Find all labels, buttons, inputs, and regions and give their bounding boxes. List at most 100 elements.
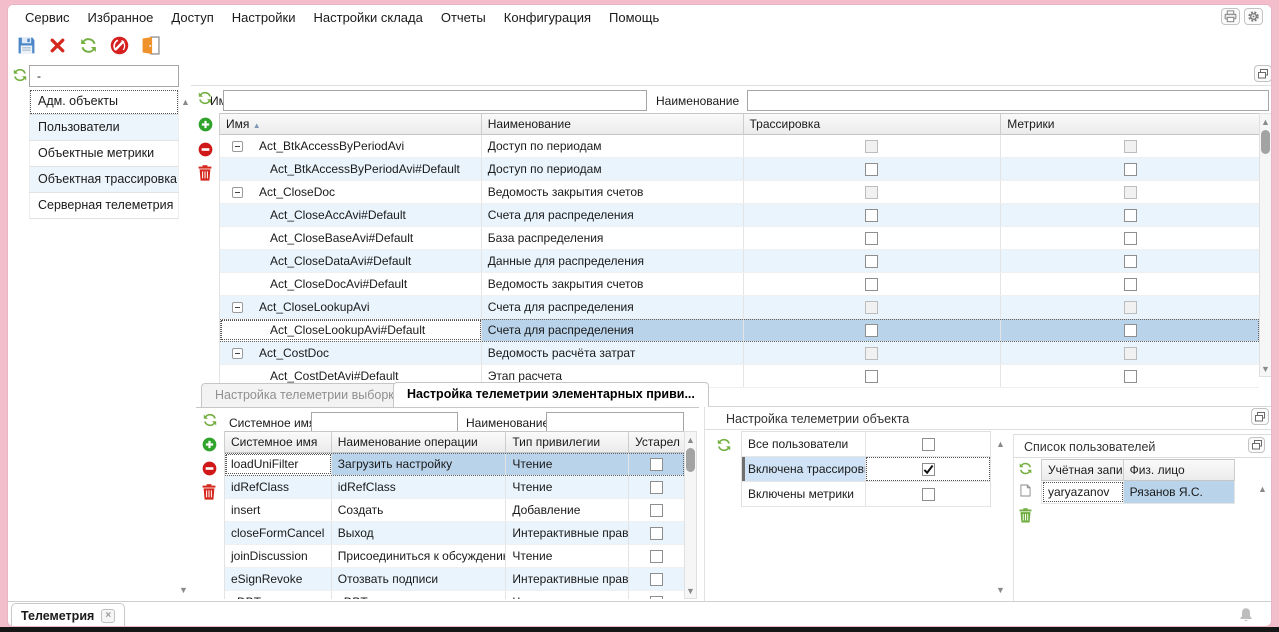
telemetry-checkbox[interactable] xyxy=(922,438,935,451)
table-row[interactable]: Act_CloseDocВедомость закрытия счетов xyxy=(220,181,1259,204)
save-button[interactable] xyxy=(16,36,36,56)
metrics-checkbox[interactable] xyxy=(1124,255,1137,268)
user-list-restore-button[interactable] xyxy=(1248,437,1265,453)
table-row[interactable]: Act_BtkAccessByPeriodAvi#DefaultДоступ п… xyxy=(220,158,1259,181)
metrics-checkbox[interactable] xyxy=(1124,324,1137,337)
user-delete-button[interactable] xyxy=(1019,508,1032,523)
trace-checkbox[interactable] xyxy=(865,232,878,245)
trace-checkbox[interactable] xyxy=(865,163,878,176)
menu-item[interactable]: Доступ xyxy=(162,6,222,29)
sidebar-scroll-up-icon[interactable]: ▲ xyxy=(181,97,190,107)
object-scroll-down-icon[interactable]: ▼ xyxy=(996,585,1005,595)
collapse-icon[interactable] xyxy=(232,141,243,152)
trace-checkbox[interactable] xyxy=(865,370,878,383)
column-header-metrics[interactable]: Метрики xyxy=(1001,113,1259,135)
metrics-checkbox[interactable] xyxy=(1124,278,1137,291)
table-row[interactable]: Act_BtkAccessByPeriodAviДоступ по период… xyxy=(220,135,1259,158)
column-header-caption[interactable]: Наименование xyxy=(482,113,744,135)
trace-checkbox[interactable] xyxy=(865,278,878,291)
table-row[interactable]: Act_CloseAccAvi#DefaultСчета для распред… xyxy=(220,204,1259,227)
trace-checkbox[interactable] xyxy=(865,324,878,337)
exit-button[interactable] xyxy=(140,36,160,56)
notifications-area[interactable] xyxy=(1225,602,1267,627)
obsolete-checkbox[interactable] xyxy=(650,458,663,471)
table-row[interactable]: insertСоздатьДобавление xyxy=(225,499,684,522)
scrollbar-thumb[interactable] xyxy=(1261,130,1270,154)
column-header-system-name[interactable]: Системное имя xyxy=(225,431,332,453)
tab-telemetry-privileges[interactable]: Настройка телеметрии элементарных приви.… xyxy=(393,382,709,407)
block-button[interactable] xyxy=(109,36,129,56)
obsolete-checkbox[interactable] xyxy=(650,481,663,494)
privileges-scrollbar[interactable]: ▲ ▼ xyxy=(684,431,697,599)
scroll-down-icon[interactable]: ▼ xyxy=(1260,361,1271,375)
table-row[interactable]: eSignRevokeОтозвать подписиИнтерактивные… xyxy=(225,568,684,591)
scrollbar-thumb[interactable] xyxy=(686,448,695,472)
object-telemetry-restore-button[interactable] xyxy=(1251,408,1269,425)
menu-item[interactable]: Настройки xyxy=(223,6,305,29)
column-header-trace[interactable]: Трассировка xyxy=(744,113,1002,135)
table-row[interactable]: idRefClassidRefClassЧтение xyxy=(225,476,684,499)
obsolete-checkbox[interactable] xyxy=(650,573,663,586)
status-tab-telemetry[interactable]: Телеметрия × xyxy=(11,603,125,627)
trace-checkbox[interactable] xyxy=(865,255,878,268)
delete-row-button[interactable] xyxy=(198,165,212,181)
sidebar-scroll-down-icon[interactable]: ▼ xyxy=(179,585,188,595)
obsolete-checkbox[interactable] xyxy=(650,550,663,563)
obsolete-checkbox[interactable] xyxy=(650,504,663,517)
object-telemetry-row[interactable]: Включена трассировка xyxy=(742,457,990,482)
priv-remove-button[interactable] xyxy=(202,461,217,476)
user-scroll-up-icon[interactable]: ▲ xyxy=(1258,484,1267,494)
trace-checkbox[interactable] xyxy=(865,347,878,360)
table-row[interactable]: Act_CloseBaseAvi#DefaultБаза распределен… xyxy=(220,227,1259,250)
menu-item[interactable]: Помощь xyxy=(600,6,668,29)
obsolete-checkbox[interactable] xyxy=(650,527,663,540)
menu-item[interactable]: Конфигурация xyxy=(495,6,600,29)
column-header-account[interactable]: Учётная запись xyxy=(1042,459,1124,481)
column-header-obsolete[interactable]: Устарел xyxy=(629,431,684,453)
table-row[interactable]: joinDiscussionПрисоединиться к обсуждени… xyxy=(225,545,684,568)
table-row[interactable]: Act_CloseDataAvi#DefaultДанные для распр… xyxy=(220,250,1259,273)
sidebar-filter-combo[interactable]: - xyxy=(29,65,179,87)
priv-add-button[interactable] xyxy=(202,437,217,452)
column-header-privilege-type[interactable]: Тип привилегии xyxy=(506,431,629,453)
telemetry-checkbox[interactable] xyxy=(922,488,935,501)
sidebar-item[interactable]: Пользователи xyxy=(29,115,179,141)
remove-row-button[interactable] xyxy=(198,142,213,157)
metrics-checkbox[interactable] xyxy=(1124,186,1137,199)
column-header-person[interactable]: Физ. лицо xyxy=(1124,459,1235,481)
caption-filter-input[interactable] xyxy=(747,90,1269,111)
scroll-up-icon[interactable]: ▲ xyxy=(1260,114,1271,128)
table-row[interactable]: Act_CostDocВедомость расчёта затрат xyxy=(220,342,1259,365)
table-row[interactable]: Act_CloseDocAvi#DefaultВедомость закрыти… xyxy=(220,273,1259,296)
table-row[interactable]: Act_CloseLookupAviСчета для распределени… xyxy=(220,296,1259,319)
privileges-refresh-button[interactable] xyxy=(202,412,218,428)
obsolete-checkbox[interactable] xyxy=(650,596,663,600)
sidebar-item[interactable]: Адм. объекты xyxy=(29,89,179,115)
metrics-checkbox[interactable] xyxy=(1124,232,1137,245)
table-row[interactable]: loadUniFilterЗагрузить настройкуЧтение xyxy=(225,453,684,476)
system-name-filter-input[interactable] xyxy=(311,412,458,432)
add-row-button[interactable] xyxy=(198,117,213,132)
main-restore-button[interactable] xyxy=(1254,65,1272,82)
menu-item[interactable]: Настройки склада xyxy=(305,6,432,29)
collapse-icon[interactable] xyxy=(232,187,243,198)
trace-checkbox[interactable] xyxy=(865,140,878,153)
menu-item[interactable]: Сервис xyxy=(16,6,79,29)
metrics-checkbox[interactable] xyxy=(1124,140,1137,153)
settings-button[interactable] xyxy=(1244,8,1263,25)
table-row[interactable]: Act_CloseLookupAvi#DefaultСчета для расп… xyxy=(220,319,1259,342)
priv-caption-filter-input[interactable] xyxy=(546,412,684,432)
telemetry-checkbox[interactable] xyxy=(922,463,935,476)
object-telemetry-refresh-button[interactable] xyxy=(716,437,732,453)
trace-checkbox[interactable] xyxy=(865,186,878,199)
object-telemetry-row[interactable]: Все пользователи xyxy=(742,432,990,457)
metrics-checkbox[interactable] xyxy=(1124,347,1137,360)
scroll-down-icon[interactable]: ▼ xyxy=(685,583,696,597)
print-button[interactable] xyxy=(1221,8,1240,25)
refresh-button[interactable] xyxy=(78,36,98,56)
priv-delete-button[interactable] xyxy=(202,484,216,500)
menu-item[interactable]: Избранное xyxy=(79,6,163,29)
collapse-icon[interactable] xyxy=(232,348,243,359)
metrics-checkbox[interactable] xyxy=(1124,301,1137,314)
collapse-icon[interactable] xyxy=(232,302,243,313)
